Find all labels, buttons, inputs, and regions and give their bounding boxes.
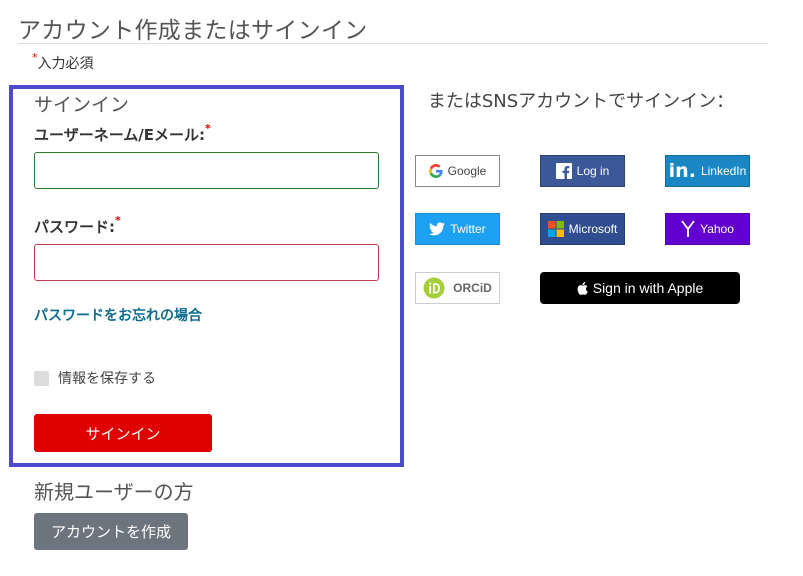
- google-signin-button[interactable]: Google: [415, 155, 500, 187]
- linkedin-icon: in.: [668, 160, 696, 182]
- microsoft-logo-icon: [547, 221, 564, 237]
- orcid-icon: [423, 277, 445, 299]
- facebook-icon: [555, 163, 572, 179]
- password-label-text: パスワード:: [34, 218, 115, 236]
- linkedin-signin-label: LinkedIn: [700, 164, 747, 178]
- create-account-button[interactable]: アカウントを作成: [34, 513, 188, 550]
- apple-logo-icon: [577, 281, 588, 295]
- apple-signin-label: Sign in with Apple: [592, 280, 704, 296]
- facebook-signin-button[interactable]: Log in: [540, 155, 625, 187]
- yahoo-signin-label: Yahoo: [700, 222, 734, 236]
- username-label-text: ユーザーネーム/Eメール:: [34, 126, 205, 144]
- twitter-signin-button[interactable]: Twitter: [415, 213, 500, 245]
- required-note-text: 入力必須: [37, 56, 94, 72]
- google-signin-label: Google: [447, 164, 487, 178]
- orcid-signin-label: ORCiD: [453, 281, 492, 295]
- new-user-title: 新規ユーザーの方: [34, 480, 194, 504]
- remember-me-label: 情報を保存する: [58, 371, 156, 387]
- username-input[interactable]: [34, 152, 379, 189]
- google-icon: [428, 164, 443, 178]
- required-star: *: [204, 122, 211, 135]
- microsoft-signin-label: Microsoft: [568, 222, 618, 236]
- required-star: *: [115, 214, 121, 227]
- forgot-password-link[interactable]: パスワードをお忘れの場合: [34, 305, 202, 325]
- signin-button[interactable]: サインイン: [34, 414, 212, 452]
- twitter-signin-label: Twitter: [450, 222, 486, 236]
- microsoft-signin-button[interactable]: Microsoft: [540, 213, 625, 245]
- remember-me[interactable]: 情報を保存する: [34, 368, 156, 388]
- required-note: *入力必須: [32, 51, 94, 73]
- orcid-signin-button[interactable]: ORCiD: [415, 272, 500, 304]
- password-label: パスワード:*: [34, 214, 121, 237]
- page-title: アカウント作成またはサインイン: [18, 11, 768, 44]
- facebook-signin-label: Log in: [576, 164, 610, 178]
- yahoo-y-icon: [681, 220, 695, 238]
- required-star: *: [32, 51, 38, 64]
- sns-heading: またはSNSアカウントでサインイン：: [427, 91, 735, 112]
- password-input[interactable]: [34, 244, 379, 281]
- linkedin-signin-button[interactable]: in. LinkedIn: [665, 155, 750, 187]
- yahoo-signin-button[interactable]: Yahoo: [665, 213, 750, 245]
- twitter-bird-icon: [429, 222, 446, 236]
- signin-title: サインイン: [34, 94, 130, 116]
- apple-signin-button[interactable]: Sign in with Apple: [540, 272, 740, 304]
- remember-me-checkbox[interactable]: [34, 370, 49, 386]
- username-label: ユーザーネーム/Eメール:*: [34, 122, 211, 145]
